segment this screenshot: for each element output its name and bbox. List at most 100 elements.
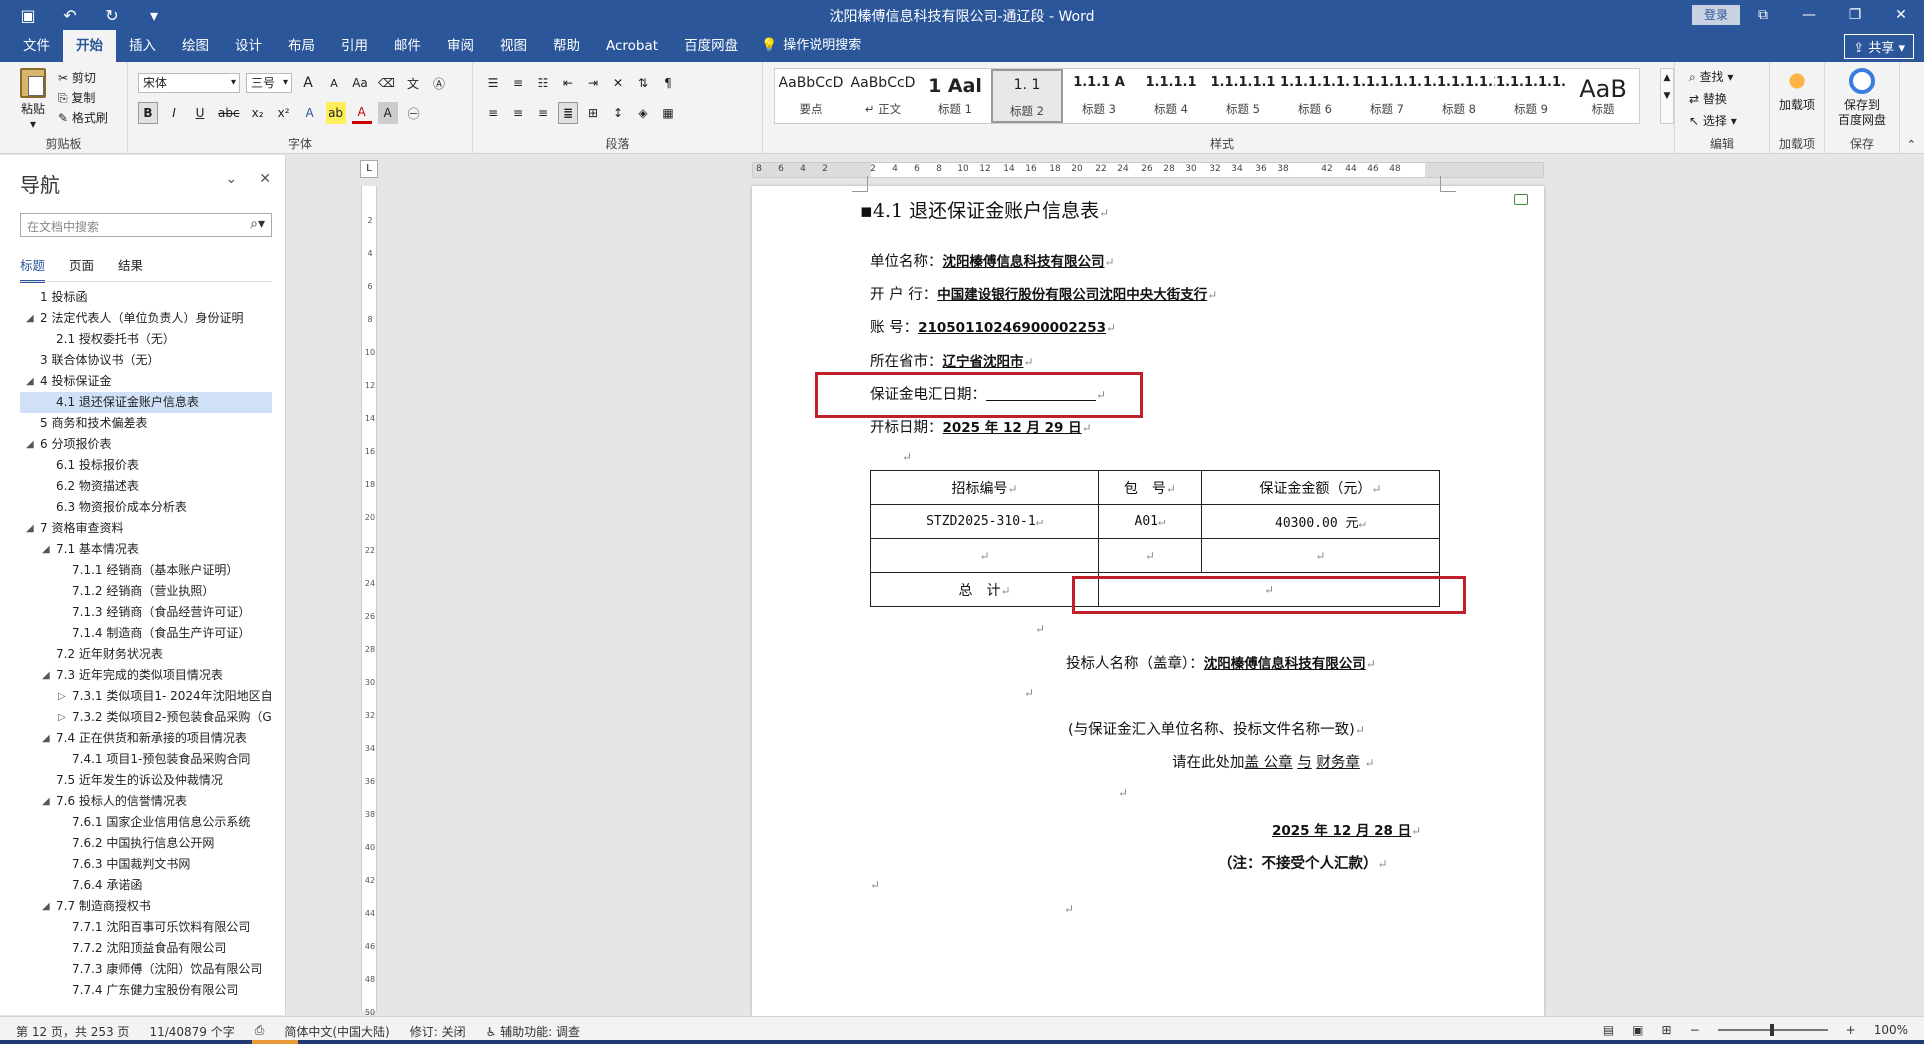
select-button[interactable]: ↖ 选择 ▾	[1689, 110, 1737, 132]
style-item[interactable]: 1.1.1.1.1.1 标题 8	[1423, 69, 1495, 123]
language-status[interactable]: 简体中文(中国大陆)	[284, 1023, 389, 1040]
expand-toggle-icon[interactable]: ◢	[42, 896, 50, 917]
char-border-icon[interactable]: Ⓐ	[429, 72, 449, 94]
font-color-icon[interactable]: A	[351, 102, 372, 124]
nav-heading-item[interactable]: ◢ 6 分项报价表	[20, 434, 272, 455]
nav-heading-item[interactable]: ▷ 7.3.1 类似项目1- 2024年沈阳地区自动售货...	[20, 686, 272, 707]
close-window-icon[interactable]: ✕	[1878, 0, 1924, 30]
strikethrough-button[interactable]: abc	[216, 102, 242, 124]
chevron-down-icon[interactable]: ⌄	[226, 171, 238, 187]
nav-heading-item[interactable]: 7.6.1 国家企业信用信息公示系统	[20, 812, 272, 833]
style-item[interactable]: AaBbCcD ↵ 正文	[847, 69, 919, 123]
distributed-icon[interactable]: ⊞	[583, 102, 603, 124]
replace-button[interactable]: ⇄ 替换	[1689, 88, 1737, 110]
shrink-font-button[interactable]: A	[324, 72, 344, 94]
nav-heading-item[interactable]: ▷ 7.3.2 类似项目2-预包装食品采购（GR2024...	[20, 707, 272, 728]
nav-heading-item[interactable]: 6.3 物资报价成本分析表	[20, 497, 272, 518]
close-icon[interactable]: ✕	[259, 171, 271, 187]
nav-heading-item[interactable]: 6.2 物资描述表	[20, 476, 272, 497]
read-mode-icon[interactable]: ▤	[1603, 1023, 1614, 1037]
shading-icon[interactable]: ◈	[633, 102, 653, 124]
nav-heading-item[interactable]: 5 商务和技术偏差表	[20, 413, 272, 434]
addins-button[interactable]: 加载项	[1770, 68, 1824, 113]
underline-button[interactable]: U	[190, 102, 210, 124]
style-item[interactable]: 1 Aal 标题 1	[919, 69, 991, 123]
style-item[interactable]: 1.1.1.1.1 标题 5	[1207, 69, 1279, 123]
subscript-button[interactable]: x₂	[248, 102, 268, 124]
vertical-ruler[interactable]: 2 4 6 8 10 12 14 16 18 20 22 24 26 28 30 32 34 36 38 40 42 44…	[361, 186, 377, 1017]
nav-tab-0[interactable]: 标题	[20, 255, 46, 283]
table-cell[interactable]: ↵	[869, 538, 1100, 573]
zoom-out-button[interactable]: −	[1690, 1023, 1700, 1037]
expand-toggle-icon[interactable]: ◢	[42, 539, 50, 560]
nav-heading-item[interactable]: ◢ 7.6 投标人的信誉情况表	[20, 791, 272, 812]
tab-3[interactable]: 绘图	[169, 30, 222, 62]
paste-button[interactable]: 粘贴 ▾	[16, 68, 50, 131]
table-cell[interactable]: A01↵	[1098, 504, 1202, 539]
nav-heading-item[interactable]: 2.1 授权委托书（无）	[20, 329, 272, 350]
nav-heading-item[interactable]: ◢ 7.7 制造商授权书	[20, 896, 272, 917]
collapse-ribbon-icon[interactable]: ⌃	[1907, 138, 1916, 151]
font-name-select[interactable]: 宋体	[138, 73, 240, 93]
tab-0[interactable]: 文件	[10, 30, 63, 62]
style-item[interactable]: 1.1.1.1 标题 4	[1135, 69, 1207, 123]
font-size-select[interactable]: 三号	[246, 73, 292, 93]
nav-heading-item[interactable]: 6.1 投标报价表	[20, 455, 272, 476]
save-baidu-button[interactable]: 保存到 百度网盘	[1825, 68, 1899, 128]
document-page[interactable]: ▪4.1 退还保证金账户信息表↵ 单位名称：沈阳榛傅信息科技有限公司↵ 开 户 …	[752, 176, 1544, 1016]
nav-heading-item[interactable]: 7.7.4 广东健力宝股份有限公司	[20, 980, 272, 1001]
nav-tab-1[interactable]: 页面	[69, 255, 94, 283]
track-changes-status[interactable]: 修订: 关闭	[410, 1023, 466, 1040]
nav-heading-item[interactable]: ◢ 4 投标保证金	[20, 371, 272, 392]
superscript-button[interactable]: x²	[274, 102, 294, 124]
style-item[interactable]: 1.1.1.1.1. 标题 7	[1351, 69, 1423, 123]
zoom-thumb[interactable]	[1769, 1024, 1774, 1036]
style-item[interactable]: AaBbCcD 要点	[775, 69, 847, 123]
highlight-icon[interactable]: ab	[325, 102, 346, 124]
bold-button[interactable]: B	[138, 102, 158, 124]
nav-heading-item[interactable]: 7.4.1 项目1-预包装食品采购合同	[20, 749, 272, 770]
nav-heading-item[interactable]: ◢ 7.4 正在供货和新承接的项目情况表	[20, 728, 272, 749]
align-left-icon[interactable]: ≡	[483, 102, 503, 124]
nav-heading-item[interactable]: 7.5 近年发生的诉讼及仲裁情况	[20, 770, 272, 791]
nav-heading-item[interactable]: 7.7.2 沈阳顶益食品有限公司	[20, 938, 272, 959]
table-header-cell[interactable]: 包 号↵	[1098, 470, 1202, 505]
nav-heading-item[interactable]: 1 投标函	[20, 287, 272, 308]
borders-icon[interactable]: ▦	[658, 102, 678, 124]
nav-heading-item[interactable]: 7.1.1 经销商（基本账户证明）	[20, 560, 272, 581]
chinese-layout-icon[interactable]: ✕	[608, 72, 628, 94]
table-header-cell[interactable]: 保证金金额（元）↵	[1200, 470, 1441, 505]
nav-heading-item[interactable]: 7.1.2 经销商（营业执照）	[20, 581, 272, 602]
italic-button[interactable]: I	[164, 102, 184, 124]
tell-me-search[interactable]: 💡 操作说明搜索	[761, 30, 861, 62]
align-right-icon[interactable]: ≡	[533, 102, 553, 124]
numbering-icon[interactable]: ≡	[508, 72, 528, 94]
ribbon-display-icon[interactable]: ⧉	[1740, 0, 1786, 30]
tab-selector[interactable]: L	[360, 160, 378, 178]
nav-heading-item[interactable]: 3 联合体协议书（无）	[20, 350, 272, 371]
nav-heading-item[interactable]: 7.6.3 中国裁判文书网	[20, 854, 272, 875]
table-cell[interactable]: 40300.00 元↵	[1200, 504, 1441, 539]
proofing-icon[interactable]: ⎙	[255, 1023, 265, 1040]
expand-toggle-icon[interactable]: ◢	[26, 518, 34, 539]
nav-heading-item[interactable]: 7.7.1 沈阳百事可乐饮料有限公司	[20, 917, 272, 938]
nav-heading-item[interactable]: ◢ 7 资格审查资料	[20, 518, 272, 539]
grow-font-button[interactable]: A	[298, 72, 318, 94]
comment-icon[interactable]	[1514, 194, 1528, 205]
align-center-icon[interactable]: ≡	[508, 102, 528, 124]
table-cell[interactable]: STZD2025-310-1↵	[869, 504, 1100, 539]
style-item[interactable]: 1.1.1.1.1. 标题 9	[1495, 69, 1567, 123]
justify-icon[interactable]: ≣	[558, 102, 578, 124]
minimize-icon[interactable]: —	[1786, 0, 1832, 30]
nav-tab-2[interactable]: 结果	[118, 255, 143, 283]
tab-10[interactable]: 帮助	[540, 30, 593, 62]
tab-11[interactable]: Acrobat	[593, 30, 671, 62]
cut-button[interactable]: ✂ 剪切	[58, 68, 108, 88]
tab-8[interactable]: 审阅	[434, 30, 487, 62]
table-cell[interactable]: ↵	[1200, 538, 1441, 573]
tab-7[interactable]: 邮件	[381, 30, 434, 62]
text-effects-icon[interactable]: A	[300, 102, 320, 124]
nav-heading-item[interactable]: 7.2 近年财务状况表	[20, 644, 272, 665]
nav-heading-item[interactable]: ◢ 2 法定代表人（单位负责人）身份证明	[20, 308, 272, 329]
nav-heading-item[interactable]: 7.1.4 制造商（食品生产许可证）	[20, 623, 272, 644]
